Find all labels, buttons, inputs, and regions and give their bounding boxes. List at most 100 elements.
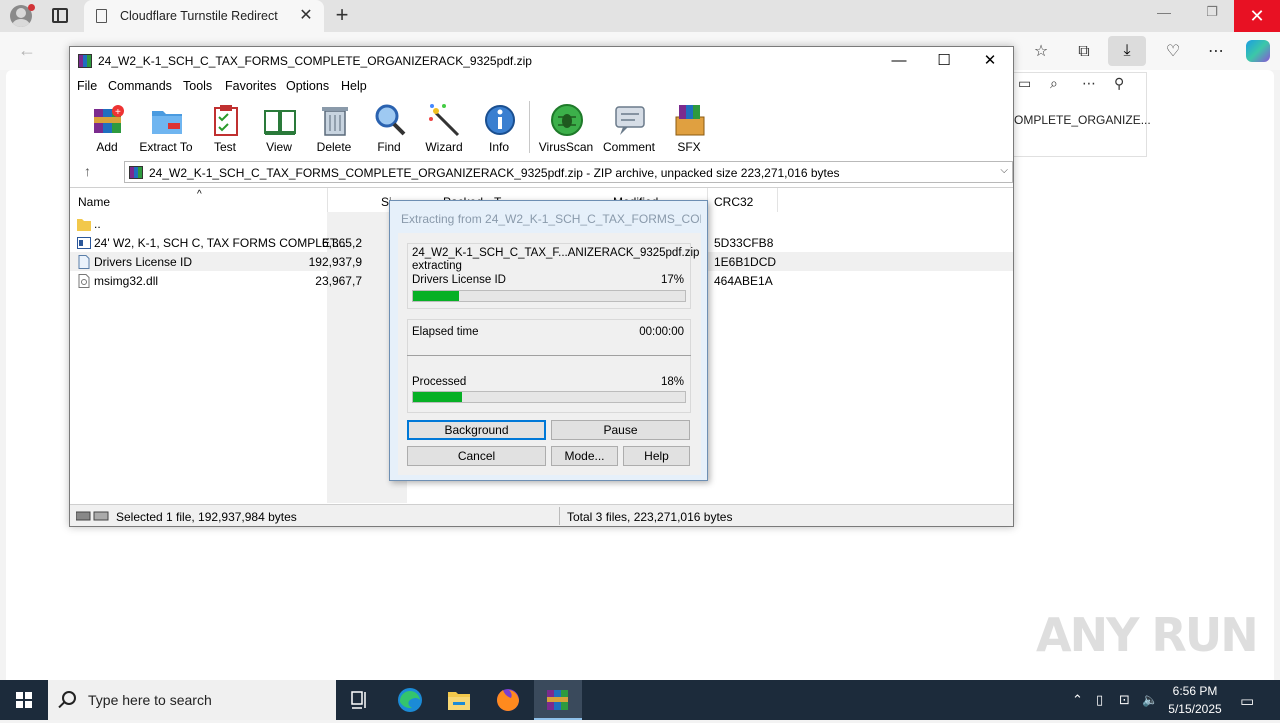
minimize-icon[interactable]: — [884,49,914,73]
close-window-button[interactable]: ✕ [1234,0,1280,32]
file-crc: 5D33CFB8 [714,236,774,250]
close-icon[interactable]: ✕ [975,49,1005,73]
sort-arrow-icon: ^ [197,189,202,200]
winrar-icon [547,690,568,710]
background-button[interactable]: Background [407,420,546,440]
drive-icon [76,511,109,521]
menu-commands[interactable]: Commands [108,79,172,93]
column-name[interactable]: Name [78,188,110,212]
pause-button[interactable]: Pause [551,420,690,440]
column-crc32[interactable]: CRC32 [714,188,753,212]
edge-icon [398,688,422,712]
book-icon [264,110,296,135]
current-file: Drivers License ID [412,274,506,286]
dll-icon [78,274,90,288]
winrar-taskbar-button[interactable] [534,680,582,720]
clipboard-check-icon [214,105,238,136]
document-icon [77,237,91,249]
file-progress-bar [412,290,686,302]
health-icon[interactable]: ♡ [1162,41,1184,63]
search-icon[interactable]: ⌕ [1050,75,1058,92]
up-arrow-icon[interactable]: ↑ [84,163,91,179]
maximize-icon[interactable]: ☐ [929,49,959,73]
processed-progress-bar [412,391,686,403]
browser-tabbar: Cloudflare Turnstile Redirect ✕ + — ❐ ✕ [0,0,1280,32]
virusscan-button[interactable]: VirusScan [538,103,594,155]
tab-title: Cloudflare Turnstile Redirect [120,9,278,23]
menu-options[interactable]: Options [286,79,329,93]
downloads-icon[interactable]: ⤓ [1108,36,1146,66]
file-explorer-button[interactable] [435,680,483,720]
menubar: File Commands Tools Favorites Options He… [70,75,1013,97]
tab-actions-icon[interactable] [52,8,68,23]
dialog-title: Extracting from 24_W2_K-1_SCH_C_TAX_FORM… [401,212,701,226]
new-tab-button[interactable]: + [330,4,354,28]
windows-icon [16,692,32,708]
menu-tools[interactable]: Tools [183,79,212,93]
copilot-icon[interactable] [1246,40,1270,62]
search-icon [62,691,76,705]
folder-icon[interactable]: ▭ [1018,75,1031,92]
bug-icon [551,104,583,136]
extract-to-button[interactable]: Extract To [138,103,194,155]
task-view-button[interactable] [336,680,384,720]
processed-label: Processed [412,376,467,388]
file-icon [78,255,90,269]
volume-icon[interactable]: 🔈 [1142,692,1158,708]
browser-tab[interactable]: Cloudflare Turnstile Redirect ✕ [84,0,324,32]
sfx-icon [675,105,705,136]
info-label: Info [488,140,509,154]
action-text: extracting [412,260,462,272]
extract-progress-dialog: Extracting from 24_W2_K-1_SCH_C_TAX_FORM… [389,200,708,481]
menu-file[interactable]: File [77,79,97,93]
file-name: Drivers License ID [94,255,193,269]
collections-icon[interactable]: ⧉ [1073,41,1095,63]
file-progress-panel: 24_W2_K-1_SCH_C_TAX_F...ANIZERACK_9325pd… [407,243,699,309]
menu-favorites[interactable]: Favorites [225,79,276,93]
status-selected: Selected 1 file, 192,937,984 bytes [116,510,297,524]
file-name: 24' W2, K-1, SCH C, TAX FORMS COMPLET... [94,236,346,250]
archive-path-box[interactable]: 24_W2_K-1_SCH_C_TAX_FORMS_COMPLETE_ORGAN… [124,161,1013,183]
start-button[interactable] [0,680,48,720]
menu-help[interactable]: Help [341,79,367,93]
more-icon[interactable]: ⋯ [1082,75,1096,92]
more-icon[interactable]: ⋯ [1205,41,1227,63]
cancel-button[interactable]: Cancel [407,446,546,466]
taskbar-search[interactable]: Type here to search [48,680,336,720]
edge-taskbar-button[interactable] [386,680,434,720]
notification-icon[interactable]: ▭ [1240,692,1254,710]
sfx-button[interactable]: SFX [661,103,717,155]
tab-close-button[interactable]: ✕ [296,6,316,26]
pin-icon[interactable]: ⚲ [1114,75,1124,92]
winrar-icon [78,54,92,68]
mode-button[interactable]: Mode... [551,446,618,466]
back-icon[interactable]: ← [18,40,36,61]
info-button[interactable]: Info [471,103,527,155]
address-bar: ↑ 24_W2_K-1_SCH_C_TAX_FORMS_COMPLETE_ORG… [70,159,1013,185]
divider [407,355,691,356]
dialog-body: 24_W2_K-1_SCH_C_TAX_F...ANIZERACK_9325pd… [398,233,701,475]
firefox-taskbar-button[interactable] [484,680,532,720]
network-icon[interactable]: ⊡ [1119,692,1130,708]
toolbar: + Add Extract To Test View Delete Find W… [70,97,1013,157]
restore-icon[interactable]: ❐ [1196,4,1228,28]
device-icon[interactable]: ▯ [1096,692,1103,708]
notification-dot [28,4,35,11]
add-button[interactable]: + Add [79,103,135,155]
download-item-name[interactable]: OMPLETE_ORGANIZE... [1014,113,1151,127]
column-divider [777,188,778,212]
winrar-titlebar: 24_W2_K-1_SCH_C_TAX_FORMS_COMPLETE_ORGAN… [70,47,1013,75]
clock-date[interactable]: 5/15/2025 [1166,702,1224,716]
chevron-up-icon[interactable]: ⌃ [1072,692,1083,708]
chevron-down-icon[interactable]: ⌵ [1000,165,1008,176]
help-button[interactable]: Help [623,446,690,466]
file-name: msimg32.dll [94,274,159,288]
window-title: 24_W2_K-1_SCH_C_TAX_FORMS_COMPLETE_ORGAN… [98,54,532,68]
comment-button[interactable]: Comment [601,103,657,155]
folder-icon [448,692,470,710]
file-size: 23,967,7 [315,274,362,288]
minimize-icon[interactable]: — [1148,4,1180,28]
clock-time[interactable]: 6:56 PM [1166,684,1224,698]
favorites-icon[interactable]: ☆ [1030,41,1052,63]
comment-icon [615,106,645,135]
